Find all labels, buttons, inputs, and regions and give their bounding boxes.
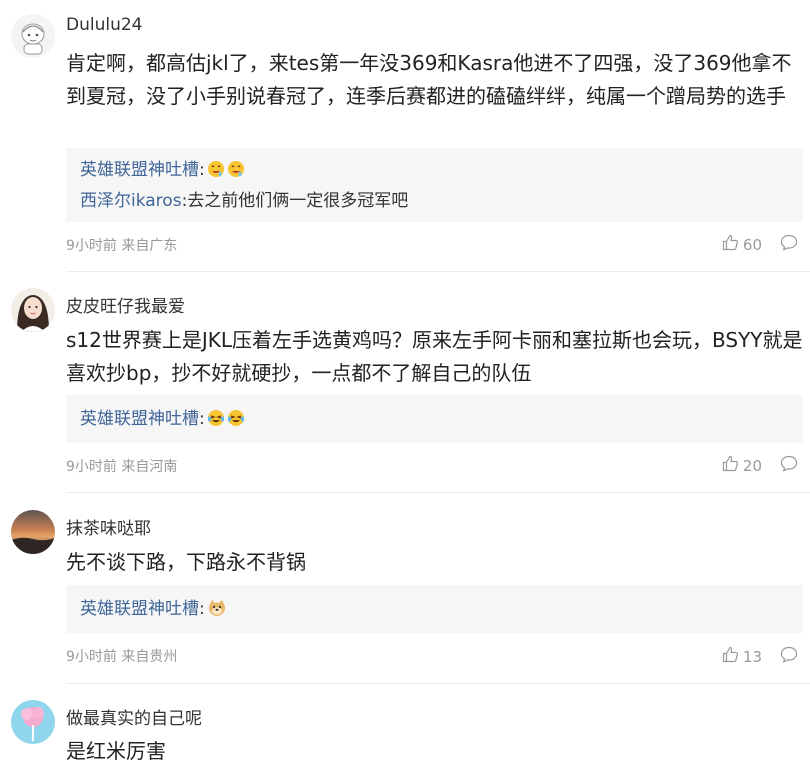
- comment-actions: 60: [722, 234, 798, 255]
- like-count: 20: [742, 456, 762, 475]
- comment-actions: 13: [722, 646, 798, 667]
- avatar[interactable]: [11, 510, 55, 554]
- divider: [66, 492, 810, 493]
- comment-text: 是红米厉害: [66, 739, 166, 763]
- comment-icon[interactable]: [780, 455, 798, 476]
- thumbs-up-icon: [722, 646, 739, 667]
- like-button[interactable]: 60: [722, 234, 762, 255]
- username[interactable]: 做最真实的自己呢: [66, 704, 202, 729]
- divider: [66, 683, 810, 684]
- reply-box[interactable]: 英雄联盟神吐槽:: [66, 585, 803, 633]
- username[interactable]: 抹茶味哒耶: [66, 514, 151, 539]
- reply-line: 西泽尔ikaros:去之前他们俩一定很多冠军吧: [80, 187, 789, 215]
- reply-separator: :: [199, 160, 205, 180]
- reply-separator: :: [199, 409, 205, 429]
- avatar[interactable]: [11, 288, 55, 332]
- reply-line: 英雄联盟神吐槽:: [80, 405, 789, 436]
- reply-author[interactable]: 西泽尔ikaros: [80, 191, 182, 211]
- thumbs-up-icon: [722, 455, 739, 476]
- comment-meta: 9小时前 来自广东: [66, 238, 178, 254]
- comment-text: 肯定啊，都高估jkl了，来tes第一年没369和Kasra他进不了四强，没了36…: [66, 51, 792, 108]
- reply-box[interactable]: 英雄联盟神吐槽:: [66, 395, 803, 443]
- reply-box[interactable]: 英雄联盟神吐槽: 西泽尔ikaros:去之前他们俩一定很多冠军吧: [66, 148, 803, 222]
- reply-author[interactable]: 英雄联盟神吐槽: [80, 599, 199, 619]
- reply-line: 英雄联盟神吐槽:: [80, 156, 789, 187]
- crying-laughing-emoji-icon: [207, 408, 245, 436]
- comment-text: s12世界赛上是JKL压着左手选黄鸡吗？原来左手阿卡丽和塞拉斯也会玩，BSYY就…: [66, 328, 803, 385]
- comment-icon[interactable]: [780, 646, 798, 667]
- comment-text: 先不谈下路，下路永不背锅: [66, 550, 306, 574]
- comment-actions: 20: [722, 455, 798, 476]
- comment-meta: 9小时前 来自河南: [66, 459, 178, 475]
- like-count: 60: [742, 235, 762, 254]
- doge-emoji-icon: [207, 598, 227, 626]
- username[interactable]: Dululu24: [66, 15, 143, 35]
- like-count: 13: [742, 647, 762, 666]
- thumbs-up-icon: [722, 234, 739, 255]
- like-button[interactable]: 20: [722, 455, 762, 476]
- comment-icon[interactable]: [780, 234, 798, 255]
- reply-separator: :: [199, 599, 205, 619]
- like-button[interactable]: 13: [722, 646, 762, 667]
- divider: [66, 271, 810, 272]
- reply-author[interactable]: 英雄联盟神吐槽: [80, 409, 199, 429]
- avatar[interactable]: [11, 700, 55, 744]
- username[interactable]: 皮皮旺仔我最爱: [66, 292, 185, 317]
- drooling-face-emoji-icon: [207, 159, 245, 187]
- reply-author[interactable]: 英雄联盟神吐槽: [80, 160, 199, 180]
- comment-meta: 9小时前 来自贵州: [66, 649, 178, 665]
- avatar[interactable]: [11, 14, 55, 58]
- reply-line: 英雄联盟神吐槽:: [80, 595, 789, 626]
- reply-text: 去之前他们俩一定很多冠军吧: [187, 191, 409, 211]
